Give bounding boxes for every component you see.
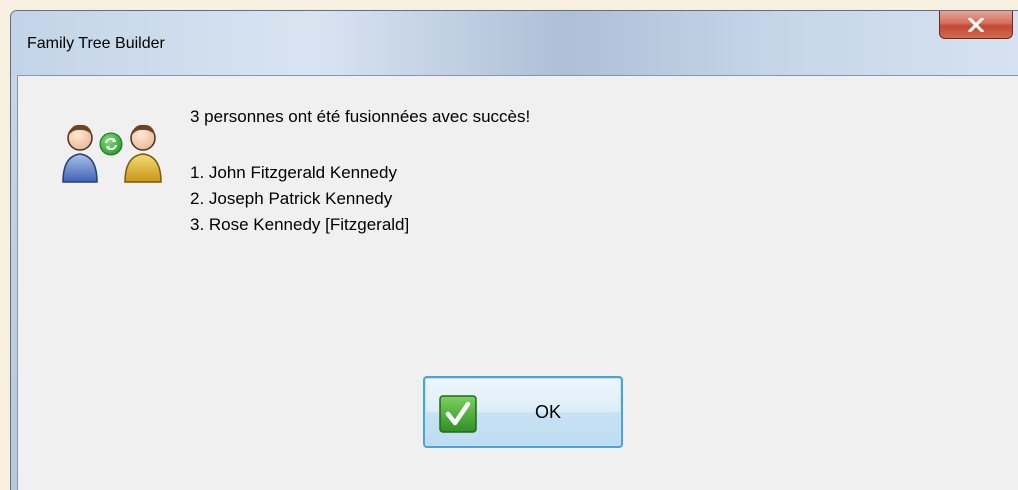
- dialog-body: 3 personnes ont été fusionnées avec succ…: [17, 75, 1018, 490]
- desktop: Family Tree Builder 3 personnes ont été …: [0, 0, 1018, 490]
- close-button[interactable]: [939, 11, 1013, 39]
- close-icon: [968, 17, 984, 32]
- checkmark-icon: [439, 395, 477, 433]
- merge-persons-icon: [62, 124, 162, 183]
- list-item: 2. Joseph Patrick Kennedy: [190, 189, 393, 208]
- list-item: 1. John Fitzgerald Kennedy: [190, 163, 397, 182]
- merged-persons-list: 1. John Fitzgerald Kennedy 2. Joseph Pat…: [190, 160, 409, 238]
- list-item: 3. Rose Kennedy [Fitzgerald]: [190, 215, 410, 234]
- ok-button-label: OK: [535, 402, 562, 422]
- dialog-window: Family Tree Builder 3 personnes ont été …: [10, 10, 1018, 490]
- success-message: 3 personnes ont été fusionnées avec succ…: [190, 107, 531, 126]
- ok-button[interactable]: OK: [423, 376, 623, 448]
- window-title: Family Tree Builder: [27, 35, 165, 52]
- title-bar[interactable]: Family Tree Builder: [11, 11, 1018, 75]
